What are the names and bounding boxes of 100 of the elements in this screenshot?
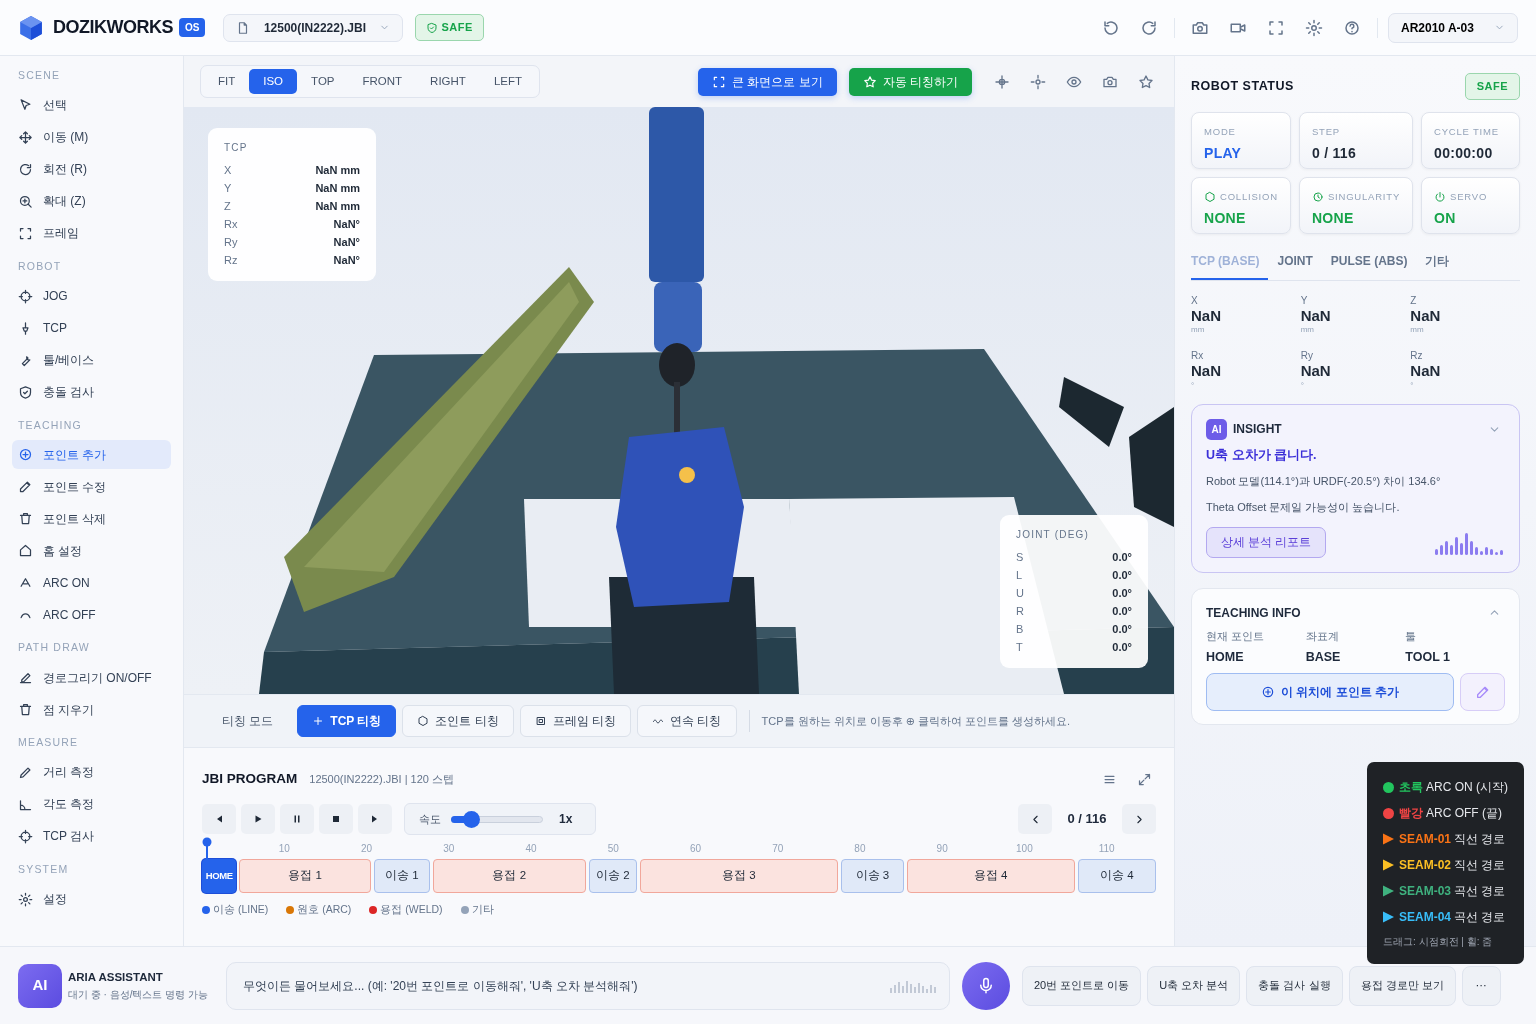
timeline-segment[interactable]: 용접 1 [239, 859, 371, 893]
teaching-mode-button[interactable]: TCP 티칭 [297, 705, 397, 737]
sidebar-item[interactable]: 포인트 삭제 [12, 504, 171, 534]
mode-label: 티칭 모드 [222, 713, 274, 730]
timeline-segment[interactable]: 이송 2 [588, 859, 637, 893]
coordinate-tab[interactable]: 기타 [1425, 245, 1459, 280]
axis-value: NaN [1191, 307, 1222, 324]
legend-label: 이송 (LINE) [213, 902, 269, 917]
suggestion-button[interactable]: 충돌 검사 실행 [1246, 965, 1343, 1006]
axis-value: NaN° [333, 235, 360, 250]
sidebar-item[interactable]: ARC ON [12, 568, 171, 598]
speed-label: 속도 [419, 811, 441, 827]
view-tab[interactable]: TOP [297, 68, 349, 95]
coordinate-tab[interactable]: JOINT [1277, 245, 1322, 280]
axis-label: Rz [1410, 349, 1424, 363]
section-title: ROBOT [18, 258, 63, 274]
suggestion-button[interactable]: U축 오차 분석 [1147, 965, 1241, 1006]
axis-label: Y [1300, 293, 1309, 308]
sidebar-item[interactable]: JOG [12, 281, 171, 311]
add-point-button[interactable]: 이 위치에 포인트 추가 [1206, 672, 1454, 711]
legend-text: 곡선 경로 [1454, 909, 1506, 926]
field-value: HOME [1206, 649, 1245, 666]
view-tab[interactable]: LEFT [479, 68, 536, 95]
view-tab[interactable]: RIGHT [416, 68, 480, 95]
section-title: MEASURE [18, 735, 80, 750]
status-value: 0 / 116 [1311, 143, 1358, 163]
sidebar-item[interactable]: 툴/베이스 [12, 345, 171, 375]
axis-label: Z [1410, 293, 1418, 308]
more-button[interactable]: ⋯ [1461, 965, 1501, 1006]
timeline-segment[interactable]: 용접 3 [639, 859, 838, 893]
assistant-status: 대기 중 · 음성/텍스트 명령 가능 [68, 987, 209, 1002]
status-label: CYCLE TIME [1434, 124, 1499, 139]
sidebar-item[interactable]: 선택 [12, 90, 171, 120]
view-tab[interactable]: FRONT [348, 68, 417, 95]
tick-label: 40 [525, 842, 537, 856]
sidebar-item[interactable]: 설정 [12, 884, 171, 914]
field-label: 좌표계 [1305, 629, 1340, 645]
axis-label: Z [224, 199, 231, 214]
tick-label: 90 [936, 842, 948, 856]
view-tab[interactable]: FIT [204, 68, 250, 95]
sidebar-item[interactable]: 확대 (Z) [12, 186, 171, 216]
field-label: 툴 [1405, 629, 1418, 645]
timeline-segment[interactable]: 이송 3 [840, 859, 904, 893]
robot-selector[interactable]: AR2010 A-03 [1388, 12, 1518, 43]
sidebar-item[interactable]: ARC OFF [12, 600, 171, 630]
sidebar-item[interactable]: 회전 (R) [12, 154, 171, 184]
report-button[interactable]: 상세 분석 리포트 [1206, 527, 1327, 559]
axis-value: 0.0° [1112, 604, 1132, 619]
timeline-segment[interactable]: HOME [202, 859, 237, 893]
insight-title: INSIGHT [1233, 421, 1282, 438]
sidebar-item[interactable]: 이동 (M) [12, 122, 171, 152]
sidebar-item[interactable]: 각도 측정 [12, 789, 171, 819]
sidebar-item[interactable]: 홈 설정 [12, 536, 171, 566]
suggestion-button[interactable]: 20번 포인트로 이동 [1022, 965, 1142, 1006]
axis-value: 0.0° [1112, 640, 1132, 655]
view-tab[interactable]: ISO [249, 68, 298, 95]
axis-label: B [1016, 622, 1024, 637]
sidebar-item[interactable]: 거리 측정 [12, 757, 171, 787]
legend-tag: SEAM-04 [1399, 908, 1451, 926]
tick-label: 30 [443, 842, 455, 856]
sidebar-item[interactable]: 경로그리기 ON/OFF [12, 663, 171, 692]
legend-text: ARC ON (시작) [1426, 779, 1508, 796]
card-title: TCP [224, 141, 249, 155]
coordinate-tab[interactable]: PULSE (ABS) [1330, 245, 1417, 280]
tick-label: 50 [607, 842, 619, 856]
sidebar-item[interactable]: 점 지우기 [12, 695, 171, 724]
status-value: PLAY [1204, 143, 1243, 163]
sidebar-item[interactable]: 포인트 추가 [12, 440, 171, 470]
legend-tag: SEAM-02 [1399, 856, 1451, 874]
teaching-mode-button[interactable]: 조인트 티칭 [402, 705, 514, 737]
unit-label: mm [1300, 324, 1315, 336]
axis-value: 0.0° [1112, 568, 1132, 583]
suggestion-button[interactable]: 용접 경로만 보기 [1348, 965, 1456, 1006]
timeline-segment[interactable]: 용접 2 [432, 859, 586, 893]
timeline-segment[interactable]: 용접 4 [906, 859, 1075, 893]
version-badge: OS [179, 18, 206, 37]
axis-label: Ry [1300, 349, 1314, 363]
view-action-button[interactable]: 큰 화면으로 보기 [698, 67, 837, 96]
teaching-mode-button[interactable]: 프레임 티칭 [519, 705, 632, 737]
sidebar-item[interactable]: 포인트 수정 [12, 472, 171, 502]
sidebar-item[interactable]: TCP [12, 313, 171, 343]
hint-text: TCP를 원하는 위치로 이동후 ⊕ 클릭하여 포인트를 생성하세요. [761, 713, 1071, 729]
file-selector[interactable]: 12500(IN2222).JBI [223, 13, 404, 42]
axis-value: NaN [1410, 307, 1442, 324]
timeline-segment[interactable]: 이송 4 [1077, 859, 1156, 893]
ai-badge: AI [1206, 418, 1227, 440]
sidebar-item[interactable]: TCP 검사 [12, 821, 171, 851]
axis-value: 0.0° [1112, 550, 1132, 565]
timeline-segment[interactable]: 이송 1 [373, 859, 430, 893]
tick-label: 100 [1016, 842, 1033, 856]
axis-label: S [1016, 550, 1024, 565]
chat-input-field[interactable]: 무엇이든 물어보세요... (예: '20번 포인트로 이동해줘', 'U축 오차 분석해줘') [226, 961, 950, 1010]
axis-value: 0.0° [1112, 622, 1132, 637]
legend-text: 직선 경로 [1454, 831, 1506, 848]
sidebar-item[interactable]: 프레임 [12, 218, 171, 248]
tick-label: 20 [360, 842, 373, 856]
section-title: SCENE [18, 68, 62, 83]
teaching-mode-button[interactable]: 연속 티칭 [637, 705, 737, 737]
assistant-name: ARIA ASSISTANT [68, 970, 164, 986]
sidebar-item[interactable]: 충돌 검사 [12, 377, 171, 407]
